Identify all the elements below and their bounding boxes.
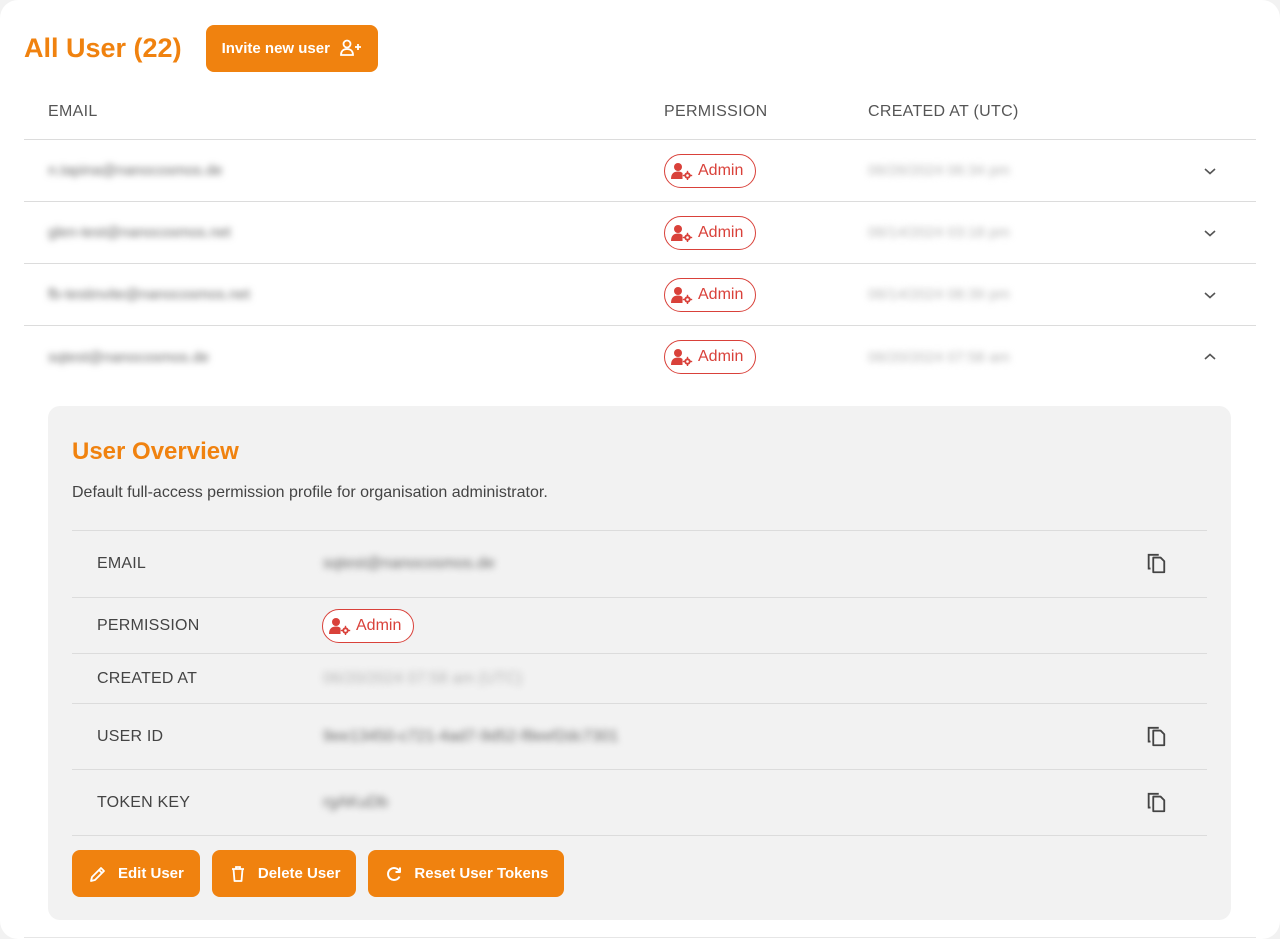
- detail-value-email: sqtest@nanocosmos.de: [323, 555, 495, 572]
- table-row[interactable]: fb-testinvite@nanocosmos.net Admin 06/14…: [24, 264, 1256, 326]
- copy-icon[interactable]: [1144, 552, 1168, 576]
- row-created: 06/20/2024 07:58 am: [868, 348, 1010, 366]
- detail-row-user-id: USER ID 9ee13450-c721-4ad7-9d52-f8eef2dc…: [72, 704, 1207, 770]
- refresh-icon: [384, 864, 404, 884]
- detail-value-permission: Admin: [322, 608, 415, 643]
- detail-row-token-key: TOKEN KEY rgAKuDb: [72, 770, 1207, 836]
- admin-user-gear-icon: [671, 224, 693, 242]
- user-actions: Edit User Delete User Reset User Tokens: [72, 850, 565, 897]
- person-add-icon: [340, 39, 362, 57]
- column-header-created: CREATED AT (UTC): [868, 102, 1019, 120]
- row-email: fb-testinvite@nanocosmos.net: [48, 286, 250, 303]
- delete-user-label: Delete User: [257, 865, 341, 882]
- copy-icon[interactable]: [1144, 791, 1168, 815]
- user-overview-panel: User Overview Default full-access permis…: [48, 406, 1231, 920]
- admin-badge: Admin: [664, 153, 757, 188]
- table-bottom-divider: [24, 937, 1256, 938]
- permission-cell: Admin: [664, 153, 757, 188]
- pencil-icon: [88, 864, 108, 884]
- table-row[interactable]: n.tapina@nanocosmos.de Admin 06/26/2024 …: [24, 140, 1256, 202]
- admin-badge-label: Admin: [698, 161, 744, 179]
- detail-label: PERMISSION: [97, 616, 200, 634]
- chevron-down-icon[interactable]: [1198, 221, 1222, 245]
- table-header: EMAIL PERMISSION CREATED AT (UTC): [24, 84, 1256, 140]
- table-row-expanded[interactable]: sqtest@nanocosmos.de Admin 06/20/2024 07…: [24, 326, 1256, 388]
- column-header-permission: PERMISSION: [664, 102, 768, 120]
- row-created: 06/14/2024 08:39 pm: [868, 286, 1010, 303]
- row-created: 06/26/2024 06:34 pm: [868, 162, 1010, 179]
- chevron-up-icon[interactable]: [1198, 345, 1222, 369]
- admin-badge: Admin: [664, 277, 757, 312]
- row-email: sqtest@nanocosmos.de: [48, 348, 210, 366]
- page-header: All User (22) Invite new user: [24, 24, 378, 72]
- user-overview-description: Default full-access permission profile f…: [72, 484, 548, 501]
- row-email: glen-test@nanocosmos.net: [48, 224, 231, 241]
- detail-label: USER ID: [97, 727, 164, 745]
- trash-icon: [228, 864, 248, 884]
- users-card: All User (22) Invite new user EMAIL PERM…: [0, 0, 1280, 939]
- users-table: EMAIL PERMISSION CREATED AT (UTC) n.tapi…: [24, 84, 1256, 388]
- user-overview-title: User Overview: [72, 438, 239, 465]
- detail-label: CREATED AT: [97, 669, 198, 687]
- permission-cell: Admin: [664, 215, 757, 250]
- row-email: n.tapina@nanocosmos.de: [48, 162, 223, 179]
- invite-user-button[interactable]: Invite new user: [205, 24, 378, 72]
- page-title: All User (22): [24, 32, 182, 63]
- detail-label: EMAIL: [97, 555, 147, 572]
- copy-icon[interactable]: [1144, 725, 1168, 749]
- reset-user-tokens-button[interactable]: Reset User Tokens: [368, 850, 565, 897]
- admin-user-gear-icon: [671, 162, 693, 180]
- detail-value-created: 06/20/2024 07:58 am (UTC): [323, 669, 523, 687]
- reset-user-tokens-label: Reset User Tokens: [414, 865, 549, 882]
- detail-row-email: EMAIL sqtest@nanocosmos.de: [72, 531, 1207, 598]
- admin-user-gear-icon: [329, 617, 351, 635]
- user-details-table: EMAIL sqtest@nanocosmos.de PERMISSION Ad…: [72, 530, 1207, 836]
- edit-user-button[interactable]: Edit User: [72, 850, 200, 897]
- detail-label: TOKEN KEY: [97, 793, 191, 811]
- admin-badge-label: Admin: [356, 616, 402, 634]
- admin-badge-label: Admin: [698, 223, 744, 241]
- row-created: 06/14/2024 03:18 pm: [868, 224, 1010, 241]
- chevron-down-icon[interactable]: [1198, 283, 1222, 307]
- permission-cell: Admin: [664, 277, 757, 312]
- admin-user-gear-icon: [671, 286, 693, 304]
- column-header-email: EMAIL: [48, 102, 98, 120]
- permission-cell: Admin: [664, 340, 757, 374]
- admin-badge: Admin: [664, 215, 757, 250]
- invite-user-label: Invite new user: [221, 39, 330, 57]
- detail-row-permission: PERMISSION Admin: [72, 598, 1207, 654]
- edit-user-label: Edit User: [118, 865, 184, 882]
- delete-user-button[interactable]: Delete User: [211, 850, 357, 897]
- admin-badge: Admin: [664, 340, 757, 374]
- admin-user-gear-icon: [671, 348, 693, 366]
- chevron-down-icon[interactable]: [1198, 159, 1222, 183]
- detail-row-created: CREATED AT 06/20/2024 07:58 am (UTC): [72, 654, 1207, 704]
- detail-value-token-key: rgAKuDb: [323, 793, 388, 811]
- admin-badge-label: Admin: [698, 285, 744, 303]
- detail-value-user-id: 9ee13450-c721-4ad7-9d52-f8eef2dc7301: [323, 727, 619, 745]
- table-row[interactable]: glen-test@nanocosmos.net Admin 06/14/202…: [24, 202, 1256, 264]
- admin-badge: Admin: [322, 608, 415, 643]
- admin-badge-label: Admin: [698, 348, 744, 365]
